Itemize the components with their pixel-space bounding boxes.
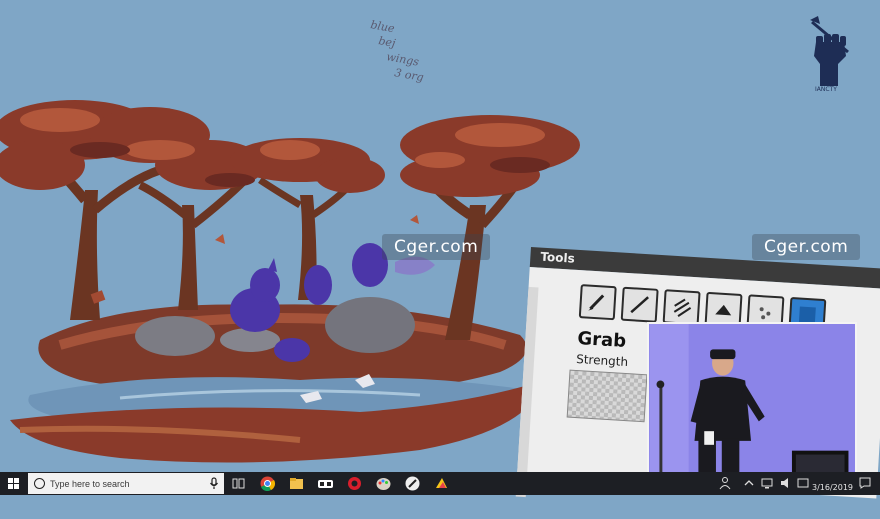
line-tool-button[interactable] (620, 286, 659, 323)
yellow-app-icon[interactable] (433, 475, 450, 492)
strength-label: Strength (575, 351, 629, 370)
pen-app-icon[interactable] (404, 475, 421, 492)
handwritten-note: blue bej wings 3 org (369, 18, 424, 84)
windows-logo-icon (8, 478, 19, 489)
network-icon[interactable] (760, 476, 774, 490)
strength-slider[interactable] (566, 369, 648, 423)
svg-text:3 org: 3 org (393, 66, 424, 84)
start-button[interactable] (0, 472, 28, 495)
microphone-icon[interactable] (209, 477, 219, 490)
svg-text:bej: bej (377, 34, 397, 50)
search-box[interactable] (28, 473, 224, 494)
cortana-icon (34, 478, 45, 489)
paint-palette-icon[interactable] (375, 475, 392, 492)
watermark: Cger.com (382, 234, 491, 260)
shape-icon (715, 304, 732, 316)
svg-text:blue: blue (369, 18, 396, 35)
watermark: Cger.com (752, 234, 861, 260)
texture-icon (759, 307, 771, 320)
search-input[interactable] (50, 474, 200, 493)
svg-text:wings: wings (385, 50, 420, 69)
people-icon[interactable] (718, 476, 732, 490)
taskbar: 3/16/2019 (0, 472, 880, 495)
file-explorer-icon[interactable] (288, 475, 305, 492)
language-icon[interactable] (797, 476, 809, 490)
task-view-icon[interactable] (230, 475, 247, 492)
selected-tool-label: Grab (576, 328, 627, 352)
brush-icon (588, 294, 605, 311)
raised-fist-logo (810, 16, 849, 86)
volume-icon[interactable] (779, 476, 793, 490)
hatch-tool-button[interactable] (662, 289, 701, 326)
vr-headset-icon[interactable] (317, 475, 334, 492)
red-app-icon[interactable] (346, 475, 363, 492)
presenter-camera-inset (647, 322, 857, 478)
clock-date[interactable]: 3/16/2019 (812, 483, 853, 492)
chevron-up-icon[interactable] (743, 476, 755, 490)
chrome-icon[interactable] (259, 475, 276, 492)
brush-tool-button[interactable] (578, 284, 617, 321)
tools-panel-title: Tools (540, 249, 576, 266)
logo-caption: IANCTY (815, 86, 837, 93)
line-icon (630, 296, 649, 314)
notification-icon[interactable] (858, 476, 872, 490)
hatch-icon (673, 298, 692, 317)
